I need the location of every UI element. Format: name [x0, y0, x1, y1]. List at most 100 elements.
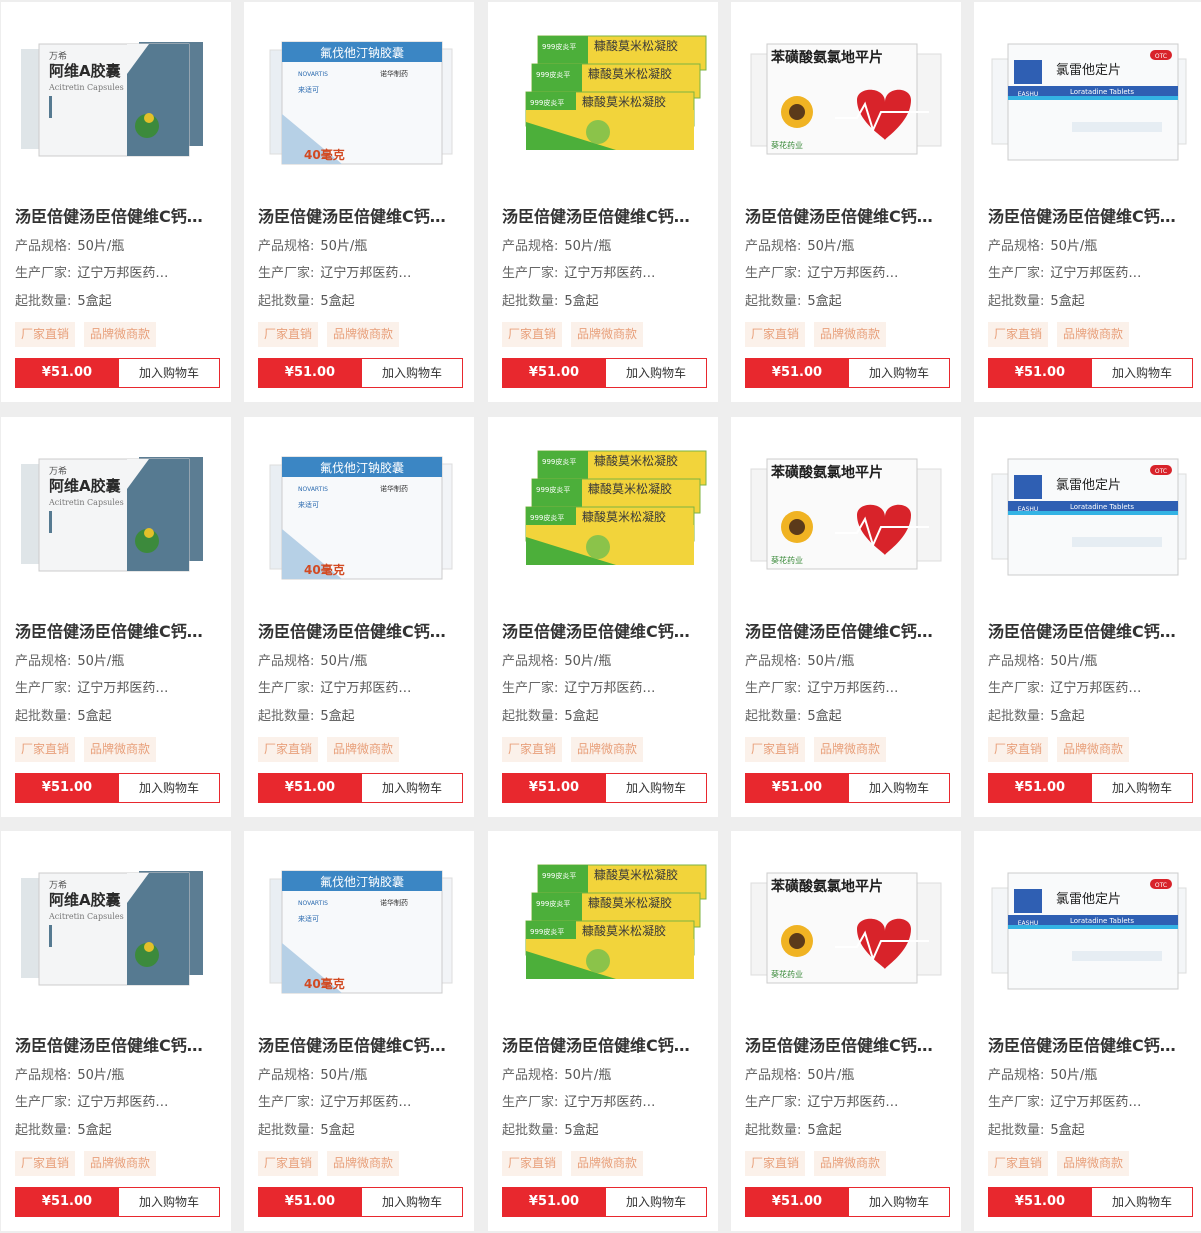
- product-title[interactable]: 汤臣倍健汤臣倍健维C钙…: [745, 1035, 945, 1057]
- add-to-cart-button[interactable]: 加入购物车: [362, 773, 463, 803]
- svg-text:阿维A胶囊: 阿维A胶囊: [49, 891, 122, 909]
- product-image[interactable]: 氟伐他汀钠胶囊 NOVARTIS 诺华制药 来适可 40毫克: [252, 843, 466, 1003]
- svg-text:诺华制药: 诺华制药: [380, 484, 408, 493]
- svg-text:万希: 万希: [49, 50, 67, 62]
- product-min-order: 起批数量: 5盒起: [745, 708, 950, 726]
- product-title[interactable]: 汤臣倍健汤臣倍健维C钙…: [258, 621, 458, 643]
- product-title[interactable]: 汤臣倍健汤臣倍健维C钙…: [258, 1035, 458, 1057]
- add-to-cart-button[interactable]: 加入购物车: [849, 773, 950, 803]
- add-to-cart-button[interactable]: 加入购物车: [606, 1187, 707, 1217]
- product-actions: ¥51.00 加入购物车: [502, 1187, 707, 1217]
- product-card[interactable]: 阿维A胶囊 Acitretin Capsules 万希 汤臣倍健汤臣倍健维C钙… 产品规…: [1, 831, 231, 1231]
- svg-text:999皮炎平: 999皮炎平: [530, 927, 564, 936]
- svg-text:氟伐他汀钠胶囊: 氟伐他汀钠胶囊: [320, 460, 404, 475]
- product-image[interactable]: 氟伐他汀钠胶囊 NOVARTIS 诺华制药 来适可 40毫克: [252, 429, 466, 589]
- product-image[interactable]: 999皮炎平 糠酸莫米松凝胶 999皮炎平 糠酸莫米松凝胶 999皮炎平 糠酸莫米松凝胶: [496, 429, 710, 589]
- product-title[interactable]: 汤臣倍健汤臣倍健维C钙…: [15, 1035, 215, 1057]
- product-spec: 产品规格: 50片/瓶: [258, 238, 463, 256]
- product-title[interactable]: 汤臣倍健汤臣倍健维C钙…: [745, 621, 945, 643]
- add-to-cart-button[interactable]: 加入购物车: [1092, 1187, 1193, 1217]
- product-image[interactable]: 苯磺酸氨氯地平片 葵花药业: [739, 429, 953, 589]
- svg-text:葵花药业: 葵花药业: [771, 969, 803, 979]
- product-title[interactable]: 汤臣倍健汤臣倍健维C钙…: [258, 206, 458, 228]
- product-min-order-value: 5盒起: [807, 1123, 842, 1138]
- product-image[interactable]: 999皮炎平 糠酸莫米松凝胶 999皮炎平 糠酸莫米松凝胶 999皮炎平 糠酸莫米松凝胶: [496, 843, 710, 1003]
- add-to-cart-button[interactable]: 加入购物车: [119, 1187, 220, 1217]
- product-card[interactable]: 苯磺酸氨氯地平片 葵花药业 汤臣倍健汤臣倍健维C钙… 产品规格: 50片/瓶 生产厂家: 辽…: [731, 831, 961, 1231]
- product-card[interactable]: 999皮炎平 糠酸莫米松凝胶 999皮炎平 糠酸莫米松凝胶 999皮炎平 糠酸莫米松凝胶汤…: [488, 2, 718, 402]
- add-to-cart-button[interactable]: 加入购物车: [849, 358, 950, 388]
- product-image[interactable]: 苯磺酸氨氯地平片 葵花药业: [739, 843, 953, 1003]
- product-image[interactable]: Loratadine Tablets 氯雷他定片 EASHU OTC: [982, 843, 1196, 1003]
- product-spec-label: 产品规格:: [502, 1068, 559, 1083]
- add-to-cart-button[interactable]: 加入购物车: [849, 1187, 950, 1217]
- product-image[interactable]: 氟伐他汀钠胶囊 NOVARTIS 诺华制药 来适可 40毫克: [252, 14, 466, 174]
- product-manufacturer-value: 辽宁万邦医药…: [77, 266, 169, 281]
- add-to-cart-button[interactable]: 加入购物车: [362, 358, 463, 388]
- product-tag: 厂家直销: [988, 737, 1049, 762]
- product-card[interactable]: 阿维A胶囊 Acitretin Capsules 万希 汤臣倍健汤臣倍健维C钙… 产品规…: [1, 417, 231, 817]
- product-card[interactable]: 苯磺酸氨氯地平片 葵花药业 汤臣倍健汤臣倍健维C钙… 产品规格: 50片/瓶 生产厂家: 辽…: [731, 2, 961, 402]
- product-image[interactable]: 999皮炎平 糠酸莫米松凝胶 999皮炎平 糠酸莫米松凝胶 999皮炎平 糠酸莫米松凝胶: [496, 14, 710, 174]
- product-min-order: 起批数量: 5盒起: [258, 293, 463, 311]
- product-title[interactable]: 汤臣倍健汤臣倍健维C钙…: [502, 1035, 702, 1057]
- product-card[interactable]: Loratadine Tablets 氯雷他定片 EASHU OTC 汤臣倍健汤臣倍健维…: [974, 831, 1201, 1231]
- add-to-cart-button[interactable]: 加入购物车: [1092, 773, 1193, 803]
- product-actions: ¥51.00 加入购物车: [988, 773, 1193, 803]
- svg-text:999皮炎平: 999皮炎平: [536, 70, 570, 79]
- product-title[interactable]: 汤臣倍健汤臣倍健维C钙…: [988, 206, 1188, 228]
- product-manufacturer-label: 生产厂家:: [745, 1095, 802, 1110]
- add-to-cart-button[interactable]: 加入购物车: [119, 358, 220, 388]
- add-to-cart-button[interactable]: 加入购物车: [606, 358, 707, 388]
- product-image[interactable]: 苯磺酸氨氯地平片 葵花药业: [739, 14, 953, 174]
- product-actions: ¥51.00 加入购物车: [745, 358, 950, 388]
- product-card[interactable]: 氟伐他汀钠胶囊 NOVARTIS 诺华制药 来适可 40毫克汤臣倍健汤臣倍健维C钙… 产品…: [244, 2, 474, 402]
- product-title[interactable]: 汤臣倍健汤臣倍健维C钙…: [745, 206, 945, 228]
- product-manufacturer: 生产厂家: 辽宁万邦医药…: [15, 1094, 220, 1112]
- product-image[interactable]: 阿维A胶囊 Acitretin Capsules 万希: [9, 14, 223, 174]
- product-spec-label: 产品规格:: [258, 654, 315, 669]
- product-tag: 厂家直销: [258, 322, 319, 347]
- product-min-order-value: 5盒起: [320, 709, 355, 724]
- product-image[interactable]: 阿维A胶囊 Acitretin Capsules 万希: [9, 429, 223, 589]
- add-to-cart-button[interactable]: 加入购物车: [362, 1187, 463, 1217]
- product-min-order-label: 起批数量:: [15, 294, 72, 309]
- product-tag: 品牌微商款: [327, 322, 400, 347]
- add-to-cart-button[interactable]: 加入购物车: [1092, 358, 1193, 388]
- product-actions: ¥51.00 加入购物车: [258, 1187, 463, 1217]
- product-title[interactable]: 汤臣倍健汤臣倍健维C钙…: [15, 206, 215, 228]
- product-spec-value: 50片/瓶: [77, 1068, 125, 1083]
- product-title[interactable]: 汤臣倍健汤臣倍健维C钙…: [988, 621, 1188, 643]
- product-card[interactable]: 阿维A胶囊 Acitretin Capsules 万希汤臣倍健汤臣倍健维C钙… 产品规…: [1, 2, 231, 402]
- product-spec: 产品规格: 50片/瓶: [988, 238, 1193, 256]
- product-spec: 产品规格: 50片/瓶: [15, 238, 220, 256]
- product-manufacturer-value: 辽宁万邦医药…: [320, 266, 412, 281]
- product-card[interactable]: Loratadine Tablets 氯雷他定片 EASHU OTC 汤臣倍健汤臣倍健维…: [974, 2, 1201, 402]
- price-label: ¥51.00: [502, 358, 606, 388]
- product-title[interactable]: 汤臣倍健汤臣倍健维C钙…: [15, 621, 215, 643]
- product-image[interactable]: Loratadine Tablets 氯雷他定片 EASHU OTC: [982, 14, 1196, 174]
- add-to-cart-button[interactable]: 加入购物车: [606, 773, 707, 803]
- product-card[interactable]: 999皮炎平 糠酸莫米松凝胶 999皮炎平 糠酸莫米松凝胶 999皮炎平 糠酸莫米松凝胶汤…: [488, 831, 718, 1231]
- product-tag: 品牌微商款: [814, 322, 887, 347]
- product-title[interactable]: 汤臣倍健汤臣倍健维C钙…: [988, 1035, 1188, 1057]
- product-title[interactable]: 汤臣倍健汤臣倍健维C钙…: [502, 206, 702, 228]
- product-tag: 品牌微商款: [814, 1151, 887, 1176]
- product-min-order: 起批数量: 5盒起: [745, 1122, 950, 1140]
- add-to-cart-button[interactable]: 加入购物车: [119, 773, 220, 803]
- svg-text:NOVARTIS: NOVARTIS: [298, 486, 328, 493]
- product-card[interactable]: 氟伐他汀钠胶囊 NOVARTIS 诺华制药 来适可 40毫克 汤臣倍健汤臣倍健维C钙… 产品…: [244, 831, 474, 1231]
- product-min-order-value: 5盒起: [807, 709, 842, 724]
- product-card[interactable]: 氟伐他汀钠胶囊 NOVARTIS 诺华制药 来适可 40毫克 汤臣倍健汤臣倍健维C钙… 产品…: [244, 417, 474, 817]
- product-image[interactable]: 阿维A胶囊 Acitretin Capsules 万希: [9, 843, 223, 1003]
- product-card[interactable]: 999皮炎平 糠酸莫米松凝胶 999皮炎平 糠酸莫米松凝胶 999皮炎平 糠酸莫米松凝胶汤…: [488, 417, 718, 817]
- product-image[interactable]: Loratadine Tablets 氯雷他定片 EASHU OTC: [982, 429, 1196, 589]
- svg-text:氟伐他汀钠胶囊: 氟伐他汀钠胶囊: [320, 45, 404, 60]
- product-card[interactable]: Loratadine Tablets 氯雷他定片 EASHU OTC 汤臣倍健汤臣倍健维…: [974, 417, 1201, 817]
- svg-text:40毫克: 40毫克: [304, 147, 345, 162]
- tag-list: 厂家直销 品牌微商款: [15, 1151, 165, 1176]
- svg-text:999皮炎平: 999皮炎平: [530, 98, 564, 107]
- product-manufacturer: 生产厂家: 辽宁万邦医药…: [745, 1094, 950, 1112]
- product-card[interactable]: 苯磺酸氨氯地平片 葵花药业 汤臣倍健汤臣倍健维C钙… 产品规格: 50片/瓶 生产厂家: 辽…: [731, 417, 961, 817]
- product-title[interactable]: 汤臣倍健汤臣倍健维C钙…: [502, 621, 702, 643]
